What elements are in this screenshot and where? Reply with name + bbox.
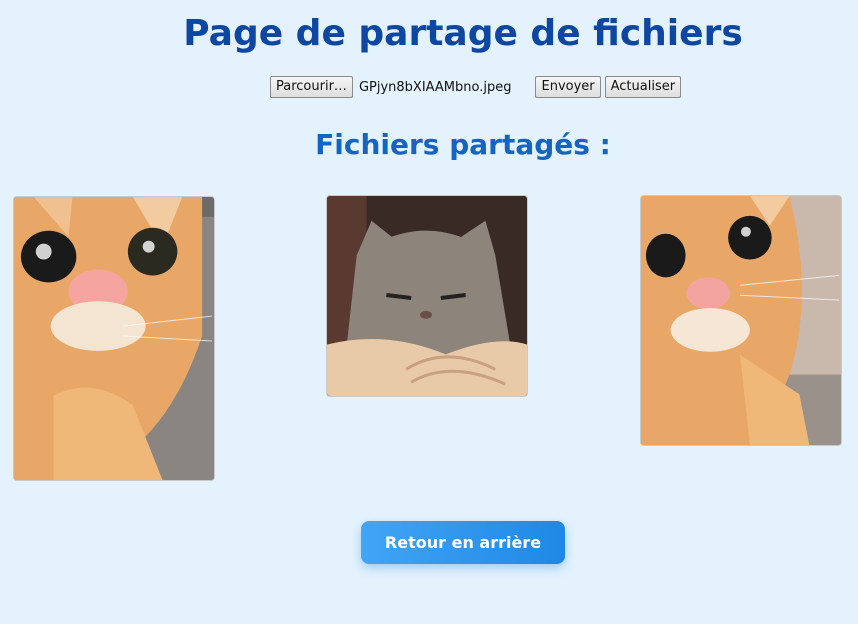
shared-file-image-2[interactable]	[326, 195, 528, 397]
shared-file-image-3[interactable]	[640, 195, 842, 446]
file-sharing-page: Page de partage de fichiers Parcourir… G…	[0, 0, 858, 624]
back-button[interactable]: Retour en arrière	[361, 521, 565, 564]
send-button[interactable]: Envoyer	[535, 76, 601, 98]
grey-cat-picture	[327, 196, 527, 396]
shared-file-image-1[interactable]	[13, 196, 215, 481]
page-title: Page de partage de fichiers	[183, 13, 743, 54]
refresh-button[interactable]: Actualiser	[604, 76, 682, 98]
orange-cat-reaching-picture	[641, 196, 841, 445]
selected-file-name: GPjyn8bXIAAMbno.jpeg	[358, 79, 512, 95]
orange-cat-picture	[14, 197, 214, 480]
browse-button[interactable]: Parcourir…	[270, 76, 353, 98]
upload-form: Parcourir… GPjyn8bXIAAMbno.jpeg Envoyer …	[270, 76, 682, 98]
shared-files-heading: Fichiers partagés :	[315, 128, 611, 161]
